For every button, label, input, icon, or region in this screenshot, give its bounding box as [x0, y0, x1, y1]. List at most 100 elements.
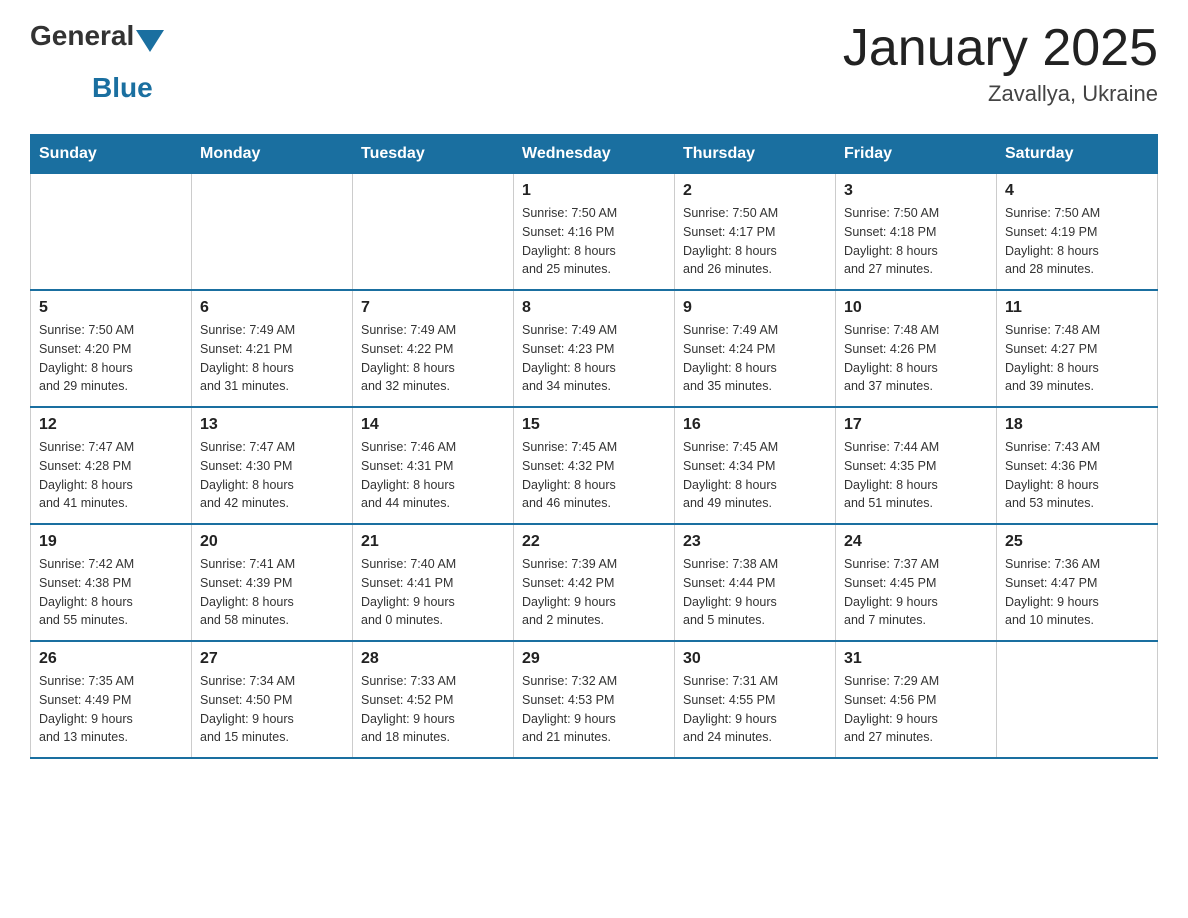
calendar-cell — [192, 174, 353, 291]
calendar-cell: 27Sunrise: 7:34 AM Sunset: 4:50 PM Dayli… — [192, 641, 353, 758]
day-number: 14 — [361, 416, 505, 434]
day-number: 24 — [844, 533, 988, 551]
calendar-cell: 4Sunrise: 7:50 AM Sunset: 4:19 PM Daylig… — [997, 174, 1158, 291]
day-number: 5 — [39, 299, 183, 317]
day-info: Sunrise: 7:36 AM Sunset: 4:47 PM Dayligh… — [1005, 555, 1149, 630]
day-info: Sunrise: 7:35 AM Sunset: 4:49 PM Dayligh… — [39, 672, 183, 747]
calendar-title: January 2025 — [843, 20, 1158, 77]
day-header-tuesday: Tuesday — [353, 135, 514, 174]
calendar-cell: 19Sunrise: 7:42 AM Sunset: 4:38 PM Dayli… — [31, 524, 192, 641]
day-number: 8 — [522, 299, 666, 317]
calendar-cell: 23 Sunrise: 7:38 AM Sunset: 4:44 PM Dayli… — [675, 524, 836, 641]
calendar-table: SundayMondayTuesdayWednesdayThursdayFrid… — [30, 134, 1158, 759]
logo: General — [30, 20, 164, 52]
day-number: 28 — [361, 650, 505, 668]
calendar-cell: 28 Sunrise: 7:33 AM Sunset: 4:52 PM Dayli… — [353, 641, 514, 758]
calendar-cell: 7 Sunrise: 7:49 AM Sunset: 4:22 PM Daylig… — [353, 290, 514, 407]
calendar-cell: 17 Sunrise: 7:44 AM Sunset: 4:35 PM Dayli… — [836, 407, 997, 524]
day-number: 20 — [200, 533, 344, 551]
calendar-week-row: 12 Sunrise: 7:47 AM Sunset: 4:28 PM Dayli… — [31, 407, 1158, 524]
day-info: Sunrise: 7:50 AM Sunset: 4:19 PM Dayligh… — [1005, 204, 1149, 279]
day-info: Sunrise: 7:45 AM Sunset: 4:32 PM Dayligh… — [522, 438, 666, 513]
day-number: 2 — [683, 182, 827, 200]
day-info: Sunrise: 7:49 AM Sunset: 4:24 PM Dayligh… — [683, 321, 827, 396]
day-header-thursday: Thursday — [675, 135, 836, 174]
calendar-cell: 22 Sunrise: 7:39 AM Sunset: 4:42 PM Dayli… — [514, 524, 675, 641]
calendar-week-row: 1 Sunrise: 7:50 AM Sunset: 4:16 PM Daylig… — [31, 174, 1158, 291]
day-header-friday: Friday — [836, 135, 997, 174]
calendar-cell: 6 Sunrise: 7:49 AM Sunset: 4:21 PM Daylig… — [192, 290, 353, 407]
day-info: Sunrise: 7:29 AM Sunset: 4:56 PM Dayligh… — [844, 672, 988, 747]
calendar-cell: 9 Sunrise: 7:49 AM Sunset: 4:24 PM Daylig… — [675, 290, 836, 407]
day-info: Sunrise: 7:47 AM Sunset: 4:28 PM Dayligh… — [39, 438, 183, 513]
day-info: Sunrise: 7:41 AM Sunset: 4:39 PM Dayligh… — [200, 555, 344, 630]
day-number: 29 — [522, 650, 666, 668]
calendar-body: 1 Sunrise: 7:50 AM Sunset: 4:16 PM Daylig… — [31, 174, 1158, 759]
calendar-cell — [997, 641, 1158, 758]
day-info: Sunrise: 7:38 AM Sunset: 4:44 PM Dayligh… — [683, 555, 827, 630]
day-number: 31 — [844, 650, 988, 668]
day-info: Sunrise: 7:33 AM Sunset: 4:52 PM Dayligh… — [361, 672, 505, 747]
calendar-cell: 31 Sunrise: 7:29 AM Sunset: 4:56 PM Dayli… — [836, 641, 997, 758]
calendar-cell: 21 Sunrise: 7:40 AM Sunset: 4:41 PM Dayli… — [353, 524, 514, 641]
day-header-wednesday: Wednesday — [514, 135, 675, 174]
calendar-header: SundayMondayTuesdayWednesdayThursdayFrid… — [31, 135, 1158, 174]
logo-triangle-icon — [136, 30, 164, 52]
day-number: 1 — [522, 182, 666, 200]
day-number: 17 — [844, 416, 988, 434]
calendar-cell — [353, 174, 514, 291]
calendar-cell: 24 Sunrise: 7:37 AM Sunset: 4:45 PM Dayli… — [836, 524, 997, 641]
day-info: Sunrise: 7:46 AM Sunset: 4:31 PM Dayligh… — [361, 438, 505, 513]
calendar-cell: 13 Sunrise: 7:47 AM Sunset: 4:30 PM Dayli… — [192, 407, 353, 524]
day-number: 10 — [844, 299, 988, 317]
day-header-saturday: Saturday — [997, 135, 1158, 174]
day-number: 13 — [200, 416, 344, 434]
calendar-cell: 30Sunrise: 7:31 AM Sunset: 4:55 PM Dayli… — [675, 641, 836, 758]
calendar-cell: 16Sunrise: 7:45 AM Sunset: 4:34 PM Dayli… — [675, 407, 836, 524]
day-number: 12 — [39, 416, 183, 434]
logo-blue-text: Blue — [92, 72, 153, 103]
calendar-cell: 3 Sunrise: 7:50 AM Sunset: 4:18 PM Daylig… — [836, 174, 997, 291]
day-info: Sunrise: 7:39 AM Sunset: 4:42 PM Dayligh… — [522, 555, 666, 630]
day-number: 7 — [361, 299, 505, 317]
day-number: 21 — [361, 533, 505, 551]
calendar-cell: 10Sunrise: 7:48 AM Sunset: 4:26 PM Dayli… — [836, 290, 997, 407]
day-info: Sunrise: 7:43 AM Sunset: 4:36 PM Dayligh… — [1005, 438, 1149, 513]
day-info: Sunrise: 7:40 AM Sunset: 4:41 PM Dayligh… — [361, 555, 505, 630]
day-header-monday: Monday — [192, 135, 353, 174]
day-number: 26 — [39, 650, 183, 668]
day-number: 22 — [522, 533, 666, 551]
calendar-cell: 1 Sunrise: 7:50 AM Sunset: 4:16 PM Daylig… — [514, 174, 675, 291]
day-number: 6 — [200, 299, 344, 317]
calendar-week-row: 26 Sunrise: 7:35 AM Sunset: 4:49 PM Dayli… — [31, 641, 1158, 758]
calendar-week-row: 19Sunrise: 7:42 AM Sunset: 4:38 PM Dayli… — [31, 524, 1158, 641]
day-info: Sunrise: 7:32 AM Sunset: 4:53 PM Dayligh… — [522, 672, 666, 747]
day-number: 19 — [39, 533, 183, 551]
day-number: 9 — [683, 299, 827, 317]
title-block: January 2025 Zavallya, Ukraine — [843, 20, 1158, 107]
day-info: Sunrise: 7:50 AM Sunset: 4:17 PM Dayligh… — [683, 204, 827, 279]
day-info: Sunrise: 7:50 AM Sunset: 4:16 PM Dayligh… — [522, 204, 666, 279]
calendar-cell: 15Sunrise: 7:45 AM Sunset: 4:32 PM Dayli… — [514, 407, 675, 524]
day-number: 3 — [844, 182, 988, 200]
day-info: Sunrise: 7:37 AM Sunset: 4:45 PM Dayligh… — [844, 555, 988, 630]
calendar-cell: 11 Sunrise: 7:48 AM Sunset: 4:27 PM Dayli… — [997, 290, 1158, 407]
day-number: 11 — [1005, 299, 1149, 317]
calendar-cell: 2 Sunrise: 7:50 AM Sunset: 4:17 PM Daylig… — [675, 174, 836, 291]
day-info: Sunrise: 7:50 AM Sunset: 4:20 PM Dayligh… — [39, 321, 183, 396]
day-info: Sunrise: 7:44 AM Sunset: 4:35 PM Dayligh… — [844, 438, 988, 513]
calendar-cell: 20 Sunrise: 7:41 AM Sunset: 4:39 PM Dayli… — [192, 524, 353, 641]
calendar-cell: 18Sunrise: 7:43 AM Sunset: 4:36 PM Dayli… — [997, 407, 1158, 524]
day-number: 25 — [1005, 533, 1149, 551]
day-info: Sunrise: 7:50 AM Sunset: 4:18 PM Dayligh… — [844, 204, 988, 279]
day-info: Sunrise: 7:48 AM Sunset: 4:27 PM Dayligh… — [1005, 321, 1149, 396]
day-info: Sunrise: 7:49 AM Sunset: 4:23 PM Dayligh… — [522, 321, 666, 396]
day-info: Sunrise: 7:49 AM Sunset: 4:22 PM Dayligh… — [361, 321, 505, 396]
day-number: 23 — [683, 533, 827, 551]
day-number: 16 — [683, 416, 827, 434]
day-info: Sunrise: 7:47 AM Sunset: 4:30 PM Dayligh… — [200, 438, 344, 513]
calendar-cell — [31, 174, 192, 291]
calendar-cell: 29 Sunrise: 7:32 AM Sunset: 4:53 PM Dayli… — [514, 641, 675, 758]
day-info: Sunrise: 7:49 AM Sunset: 4:21 PM Dayligh… — [200, 321, 344, 396]
calendar-subtitle: Zavallya, Ukraine — [843, 81, 1158, 107]
